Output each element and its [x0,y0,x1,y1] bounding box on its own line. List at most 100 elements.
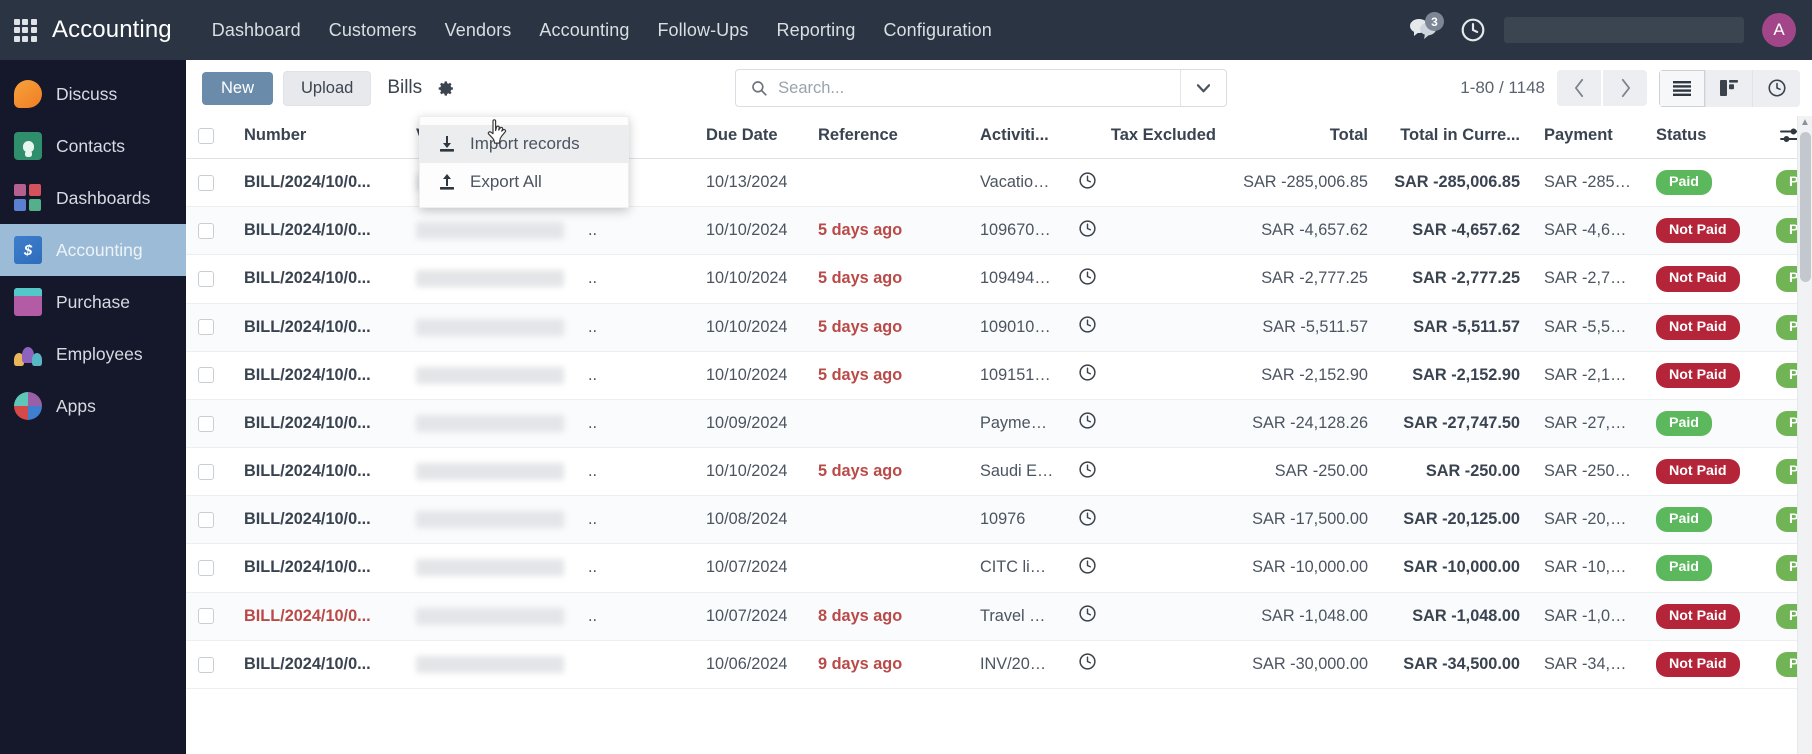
th-status[interactable]: Status [1644,116,1764,159]
menu-item-export-all[interactable]: Export All [420,163,628,201]
cell-number[interactable]: BILL/2024/10/0... [232,303,404,352]
cell-total: SAR -34,500.00 [1380,640,1532,689]
row-checkbox[interactable] [198,656,214,673]
next-page-button[interactable] [1603,70,1647,106]
cell-number[interactable]: BILL/2024/10/0... [232,543,404,593]
row-checkbox[interactable] [198,608,214,625]
pager-count[interactable]: 1-80 / 1148 [1460,78,1545,98]
activity-view-button[interactable] [1753,69,1800,107]
cell-activities[interactable] [1066,495,1228,545]
table-row[interactable]: BILL/2024/10/0..... 10/10/2024 5 days ago S… [186,447,1812,497]
table-row[interactable]: BILL/2024/10/0..... 10/07/2024 8 days ago T… [186,592,1812,641]
row-checkbox[interactable] [198,560,214,577]
sidebar-item-purchase[interactable]: Purchase [0,276,186,328]
cell-number[interactable]: BILL/2024/10/0... [232,495,404,545]
nav-reporting[interactable]: Reporting [762,14,869,47]
list-view-button[interactable] [1659,69,1706,107]
scrollbar-thumb[interactable] [1800,132,1811,282]
cell-number[interactable]: BILL/2024/10/0... [232,399,404,449]
th-due-date[interactable]: Due Date [694,116,806,159]
gear-icon[interactable] [438,80,455,97]
cell-number[interactable]: BILL/2024/10/0... [232,447,404,497]
nav-dashboard[interactable]: Dashboard [198,14,315,47]
sidebar-item-accounting[interactable]: $ Accounting [0,224,186,276]
vertical-scrollbar[interactable]: ▲ [1797,116,1812,754]
payment-status-badge: Not Paid [1656,651,1740,677]
table-row[interactable]: BILL/2024/10/0.....10/09/2024 Payment aga… [186,399,1812,449]
apps-grid-icon[interactable] [10,15,40,45]
search-input[interactable] [778,78,1181,98]
nav-configuration[interactable]: Configuration [869,14,1005,47]
cell-number[interactable]: BILL/2024/10/0... [232,592,404,641]
brand-title[interactable]: Accounting [52,16,172,44]
cell-number[interactable]: BILL/2024/10/0... [232,158,404,208]
row-checkbox[interactable] [198,222,214,239]
cell-number[interactable]: BILL/2024/10/0... [232,640,404,689]
activity-clock-button[interactable] [1460,17,1486,43]
cell-due-date [806,543,968,593]
table-row[interactable]: BILL/2024/10/0..... 10/10/2024 5 days ago 1… [186,303,1812,352]
row-checkbox[interactable] [198,367,214,384]
cell-total-in-currency: SAR -1,048.00 [1532,592,1644,641]
cell-bill-date: .. [576,399,694,449]
th-activities[interactable]: Activiti... [968,116,1066,159]
previous-page-button[interactable] [1557,70,1601,106]
cell-activities[interactable] [1066,447,1228,497]
table-row[interactable]: BILL/2024/10/0... 10/06/2024 9 days ago INV… [186,640,1812,689]
sidebar-item-contacts[interactable]: Contacts [0,120,186,172]
scroll-up-arrow[interactable]: ▲ [1798,116,1812,130]
cell-activities[interactable] [1066,303,1228,352]
table-row[interactable]: BILL/2024/10/0..... 10/10/2024 5 days ago 1… [186,206,1812,256]
navbar-search-field[interactable] [1504,17,1744,43]
nav-follow-ups[interactable]: Follow-Ups [643,14,762,47]
menu-item-import-records[interactable]: Import records [420,125,628,163]
cell-activities[interactable] [1066,206,1228,256]
row-checkbox[interactable] [198,319,214,336]
cell-activities[interactable] [1066,351,1228,400]
nav-vendors[interactable]: Vendors [431,14,526,47]
new-button[interactable]: New [202,71,274,105]
cell-activities[interactable] [1066,399,1228,449]
search-bar[interactable] [735,69,1228,107]
table-row[interactable]: BILL/2024/10/0..... 10/10/2024 5 days ago 1… [186,254,1812,304]
th-tax-excluded[interactable]: Tax Excluded [1066,116,1228,159]
th-number[interactable]: Number [232,116,404,159]
messages-button[interactable]: 3 [1408,12,1444,45]
cell-number[interactable]: BILL/2024/10/0... [232,351,404,400]
select-all-checkbox[interactable] [198,127,214,144]
nav-accounting[interactable]: Accounting [525,14,643,47]
table-row[interactable]: BILL/2024/10/0..... 10/10/2024 5 days ago 1… [186,351,1812,400]
th-total[interactable]: Total [1228,116,1380,159]
row-checkbox[interactable] [198,463,214,480]
sidebar-item-label: Contacts [56,135,126,156]
cell-activities[interactable] [1066,543,1228,593]
row-checkbox[interactable] [198,174,214,191]
kanban-view-button[interactable] [1706,69,1753,107]
table-row[interactable]: BILL/2024/10/0..... 10/07/2024 CITC licenc… [186,543,1812,593]
sidebar-item-dashboards[interactable]: Dashboards [0,172,186,224]
clock-icon [1079,316,1096,333]
sidebar-item-apps[interactable]: Apps [0,380,186,432]
upload-button[interactable]: Upload [283,70,372,106]
th-total-in-currency[interactable]: Total in Curre... [1380,116,1532,159]
row-checkbox[interactable] [198,415,214,432]
row-checkbox[interactable] [198,271,214,288]
cell-activities[interactable] [1066,158,1228,208]
user-avatar[interactable]: A [1762,13,1796,47]
sidebar-item-employees[interactable]: Employees [0,328,186,380]
row-checkbox[interactable] [198,511,214,528]
cell-due-date: 5 days ago [806,303,968,352]
sidebar-item-label: Employees [56,343,143,364]
th-reference[interactable]: Reference [806,116,968,159]
cell-activities[interactable] [1066,640,1228,689]
search-dropdown-toggle[interactable] [1180,70,1226,106]
cell-activities[interactable] [1066,592,1228,641]
th-payment[interactable]: Payment [1532,116,1644,159]
nav-customers[interactable]: Customers [315,14,431,47]
cell-activities[interactable] [1066,254,1228,304]
cell-number[interactable]: BILL/2024/10/0... [232,254,404,304]
table-row[interactable]: BILL/2024/10/0..... 10/08/2024 10976 SAR -1… [186,495,1812,545]
cell-number[interactable]: BILL/2024/10/0... [232,206,404,256]
sidebar-item-discuss[interactable]: Discuss [0,68,186,120]
breadcrumb[interactable]: Bills [387,77,422,99]
